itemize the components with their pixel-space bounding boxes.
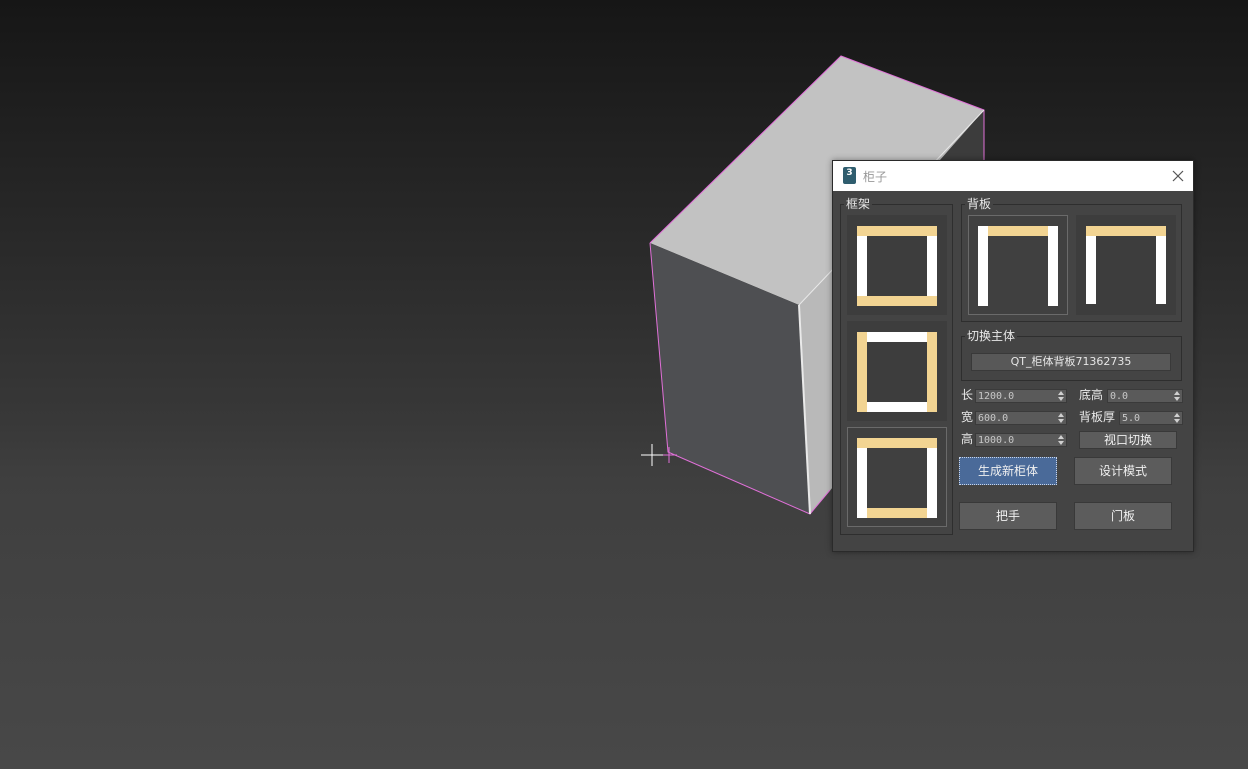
height-spinner[interactable]	[975, 433, 1067, 447]
frame-group: 框架	[840, 196, 953, 535]
back-panel-group: 背板	[961, 196, 1182, 322]
width-spinner[interactable]	[975, 411, 1067, 425]
length-label: 长	[961, 388, 974, 402]
frame-style-3-icon	[857, 438, 937, 518]
back-thickness-label: 背板厚	[1079, 410, 1116, 424]
back-panel-option-1[interactable]	[968, 215, 1068, 315]
back-style-1-icon	[978, 226, 1058, 306]
base-height-input[interactable]	[1108, 390, 1174, 402]
switch-target-group: 切换主体 QT_柜体背板71362735	[961, 328, 1182, 381]
back-style-2-icon	[1086, 226, 1166, 304]
dialog-title: 柜子	[863, 170, 888, 184]
frame-style-2-icon	[857, 332, 937, 412]
spinner-arrows-icon[interactable]	[1057, 390, 1065, 402]
door-panel-button[interactable]: 门板	[1074, 502, 1172, 530]
width-input[interactable]	[976, 412, 1058, 424]
switch-target-button[interactable]: QT_柜体背板71362735	[971, 353, 1171, 371]
move-cursor-icon	[641, 444, 677, 466]
length-spinner[interactable]	[975, 389, 1067, 403]
app-3dsmax-icon: 3	[843, 167, 856, 184]
back-thickness-spinner[interactable]	[1119, 411, 1183, 425]
frame-option-3[interactable]	[847, 427, 947, 527]
height-label: 高	[961, 432, 974, 446]
length-input[interactable]	[976, 390, 1058, 402]
spinner-arrows-icon[interactable]	[1057, 434, 1065, 446]
handle-button[interactable]: 把手	[959, 502, 1057, 530]
back-thickness-input[interactable]	[1120, 412, 1174, 424]
back-panel-option-2[interactable]	[1076, 215, 1176, 315]
frame-style-1-icon	[857, 226, 937, 306]
viewport-switch-button[interactable]: 视口切换	[1079, 431, 1177, 449]
design-mode-button[interactable]: 设计模式	[1074, 457, 1172, 485]
height-input[interactable]	[976, 434, 1058, 446]
base-height-label: 底高	[1079, 388, 1104, 402]
frame-group-label: 框架	[844, 196, 873, 212]
frame-option-1[interactable]	[847, 215, 947, 315]
spinner-arrows-icon[interactable]	[1173, 390, 1181, 402]
base-height-spinner[interactable]	[1107, 389, 1183, 403]
switch-target-group-label: 切换主体	[965, 328, 1018, 344]
frame-option-2[interactable]	[847, 321, 947, 421]
cabinet-dialog[interactable]: 3 柜子 框架 背板 切换主体 QT_柜体背板71362735 长 1200.0…	[832, 160, 1194, 552]
spinner-arrows-icon[interactable]	[1173, 412, 1181, 424]
generate-cabinet-button[interactable]: 生成新柜体	[959, 457, 1057, 485]
back-panel-group-label: 背板	[965, 196, 994, 212]
width-label: 宽	[961, 410, 974, 424]
spinner-arrows-icon[interactable]	[1057, 412, 1065, 424]
dialog-titlebar[interactable]: 3 柜子	[833, 161, 1193, 191]
close-icon[interactable]	[1169, 167, 1187, 185]
